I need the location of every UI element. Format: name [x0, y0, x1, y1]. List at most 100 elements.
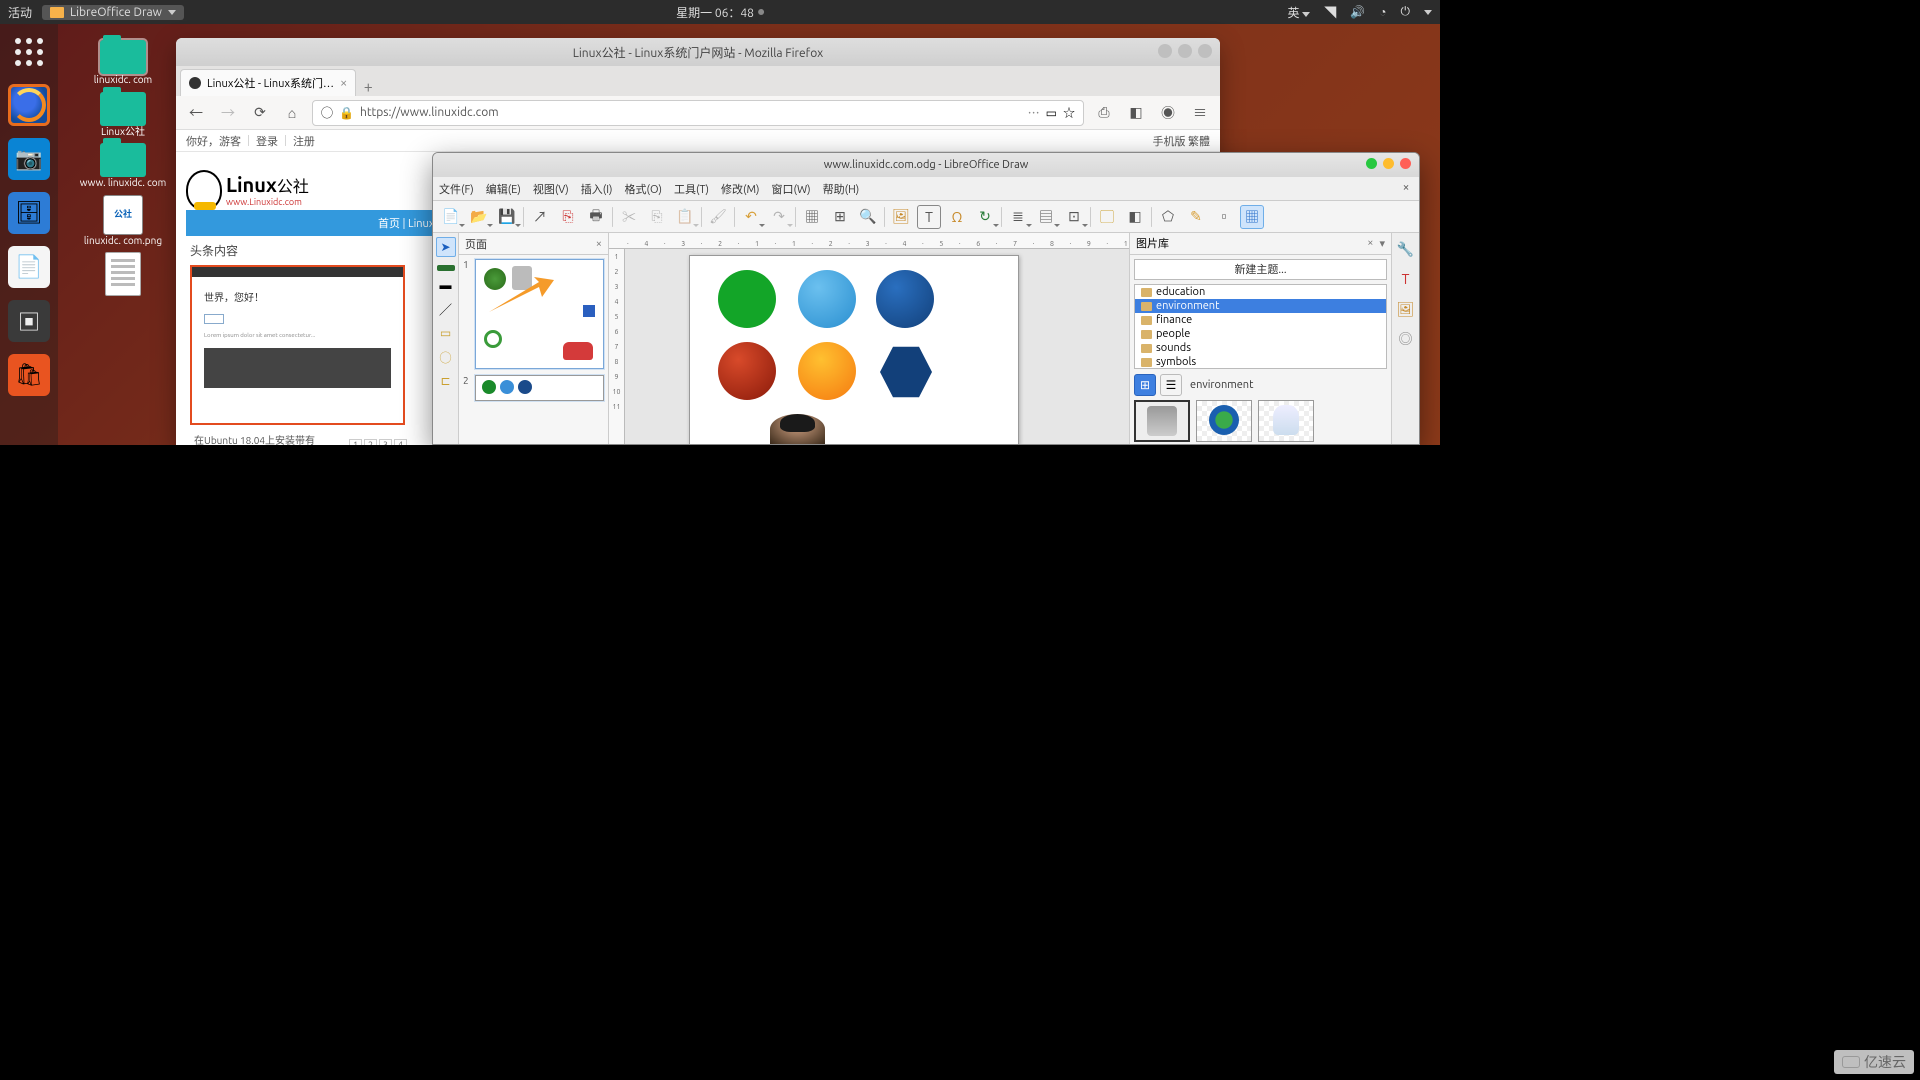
traffic-red-button[interactable] [1400, 158, 1411, 169]
shape-hexagon[interactable] [880, 344, 932, 400]
category-sounds[interactable]: sounds [1135, 341, 1386, 355]
cut-button[interactable]: ✂ [617, 205, 641, 229]
copy-button[interactable]: ⎘ [645, 205, 669, 229]
category-environment[interactable]: environment [1135, 299, 1386, 313]
gallery-menu-icon[interactable]: ▾ [1379, 237, 1385, 250]
reload-button[interactable]: ⟳ [248, 101, 272, 125]
menu-modify[interactable]: 修改(M) [721, 181, 760, 197]
gallery-close-icon[interactable]: × [1367, 237, 1373, 249]
save-button[interactable]: 💾 [495, 205, 519, 229]
line-tool[interactable]: ╱ [436, 299, 456, 319]
menu-format[interactable]: 格式(O) [625, 181, 662, 197]
menu-insert[interactable]: 插入(I) [581, 181, 613, 197]
shape-orange-circle[interactable] [798, 342, 856, 400]
gallery-list-view-button[interactable]: ☰ [1160, 374, 1182, 396]
undo-button[interactable]: ↶ [739, 205, 763, 229]
insert-special-button[interactable]: Ω [945, 205, 969, 229]
gallery-thumb-3[interactable] [1258, 400, 1314, 442]
ellipse-tool[interactable]: ◯ [436, 347, 456, 367]
line-color-tool[interactable] [437, 265, 455, 271]
page-1[interactable]: 1 [349, 439, 362, 446]
glue-button[interactable]: ▫ [1212, 205, 1236, 229]
register-link[interactable]: 注册 [293, 133, 315, 149]
desktop-folder-linuxidc-com[interactable]: linuxidc. com [94, 40, 152, 86]
lo-titlebar[interactable]: www.linuxidc.com.odg - LibreOffice Draw [433, 153, 1419, 177]
ime-indicator[interactable]: 英 [1288, 4, 1311, 21]
canvas-area[interactable]: · 4 · 3 · 2 · 1 · 1 · 2 · 3 · 4 · 5 · 6 … [609, 233, 1129, 444]
firefox-launcher-icon[interactable] [8, 84, 50, 126]
gallery-tab-icon[interactable]: 🖼 [1396, 299, 1416, 319]
show-applications-button[interactable] [9, 32, 49, 72]
tab-close-icon[interactable]: × [340, 76, 347, 90]
traffic-yellow-button[interactable] [1383, 158, 1394, 169]
forward-button[interactable]: → [216, 101, 240, 125]
screenshot-launcher-icon[interactable]: 📷 [8, 138, 50, 180]
reader-icon[interactable]: ▭ [1046, 106, 1057, 120]
category-people[interactable]: people [1135, 327, 1386, 341]
menu-edit[interactable]: 编辑(E) [486, 181, 521, 197]
shape-red-circle[interactable] [718, 342, 776, 400]
zoom-button[interactable]: 🔍 [856, 205, 880, 229]
browser-tab[interactable]: Linux公社 - Linux系统门… × [180, 69, 356, 96]
notifications-icon[interactable]: ◔ [1379, 5, 1386, 19]
library-icon[interactable]: ⎙ [1092, 101, 1116, 125]
new-doc-button[interactable]: 📄 [439, 205, 463, 229]
desktop-image-linuxidc-png[interactable]: 公社linuxidc. com.png [84, 195, 162, 247]
export-pdf-button[interactable]: ⎘ [556, 205, 580, 229]
snap-button[interactable]: ⊞ [828, 205, 852, 229]
app-indicator[interactable]: LibreOffice Draw [42, 5, 184, 20]
properties-tab-icon[interactable]: 🔧 [1396, 239, 1416, 259]
menu-view[interactable]: 视图(V) [533, 181, 569, 197]
wifi-icon[interactable]: ◥ [1324, 4, 1336, 21]
page-thumb-1[interactable]: 1 [463, 259, 604, 369]
traffic-green-button[interactable] [1366, 158, 1377, 169]
fill-tool[interactable]: ▬ [436, 275, 456, 295]
arrange-button[interactable]: ▤ [1034, 205, 1058, 229]
maximize-button[interactable] [1178, 44, 1192, 58]
volume-icon[interactable]: 🔊 [1350, 5, 1365, 19]
polygon-button[interactable]: ⬠ [1156, 205, 1180, 229]
redo-button[interactable]: ↷ [767, 205, 791, 229]
format-paintbrush-button[interactable]: 🖌 [706, 205, 730, 229]
insert-image-button[interactable]: 🖼 [889, 205, 913, 229]
software-launcher-icon[interactable]: 🛍 [8, 354, 50, 396]
page-4[interactable]: 4 [394, 439, 407, 446]
category-symbols[interactable]: symbols [1135, 355, 1386, 368]
align-button[interactable]: ≣ [1006, 205, 1030, 229]
gallery-thumb-1[interactable] [1134, 400, 1190, 442]
distribute-button[interactable]: ⊡ [1062, 205, 1086, 229]
back-button[interactable]: ← [184, 101, 208, 125]
page-3[interactable]: 3 [379, 439, 392, 446]
shape-darkblue-circle[interactable] [876, 270, 934, 328]
nav-home[interactable]: 首页 [378, 218, 400, 230]
address-bar[interactable]: ◯ 🔒 https://www.linuxidc.com ⋯ ▭ ☆ [312, 100, 1084, 126]
page-actions-icon[interactable]: ⋯ [1028, 104, 1040, 121]
activities-button[interactable]: 活动 [8, 4, 32, 21]
mobile-traditional-links[interactable]: 手机版 繁體 [1152, 136, 1210, 148]
terminal-launcher-icon[interactable]: ▣ [8, 300, 50, 342]
gallery-grid-view-button[interactable]: ⊞ [1134, 374, 1156, 396]
new-tab-button[interactable]: + [356, 78, 380, 96]
new-theme-button[interactable]: 新建主题... [1134, 259, 1387, 281]
headline-article-thumb[interactable]: 世界，您好！ Lorem ipsum dolor sit amet consec… [190, 265, 405, 425]
nav-linux[interactable]: Linux [408, 218, 434, 230]
login-link[interactable]: 登录 [256, 133, 278, 149]
menu-file[interactable]: 文件(F) [439, 181, 474, 197]
transform-button[interactable]: ↻ [973, 205, 997, 229]
menu-help[interactable]: 帮助(H) [823, 181, 860, 197]
category-education[interactable]: education [1135, 285, 1386, 299]
sidebar-toggle-button[interactable]: ▦ [1240, 205, 1264, 229]
desktop-folder-linux-gongshe[interactable]: Linux公社 [100, 92, 146, 138]
shape-lightblue-circle[interactable] [798, 270, 856, 328]
pages-panel-close-icon[interactable]: × [596, 238, 602, 250]
document-close-icon[interactable]: × [1399, 181, 1413, 195]
paste-button[interactable]: 📋 [673, 205, 697, 229]
print-button[interactable]: 🖶 [584, 205, 608, 229]
bookmark-star-icon[interactable]: ☆ [1063, 104, 1075, 121]
navigator-tab-icon[interactable]: ◎ [1396, 329, 1416, 349]
category-finance[interactable]: finance [1135, 313, 1386, 327]
firefox-titlebar[interactable]: Linux公社 - Linux系统门户网站 - Mozilla Firefox [176, 38, 1220, 66]
grid-button[interactable]: ▦ [800, 205, 824, 229]
system-menu-chevron-icon[interactable] [1424, 10, 1432, 15]
article-caption[interactable]: 在Ubuntu 18.04上安装带有Nginx... [190, 428, 349, 445]
